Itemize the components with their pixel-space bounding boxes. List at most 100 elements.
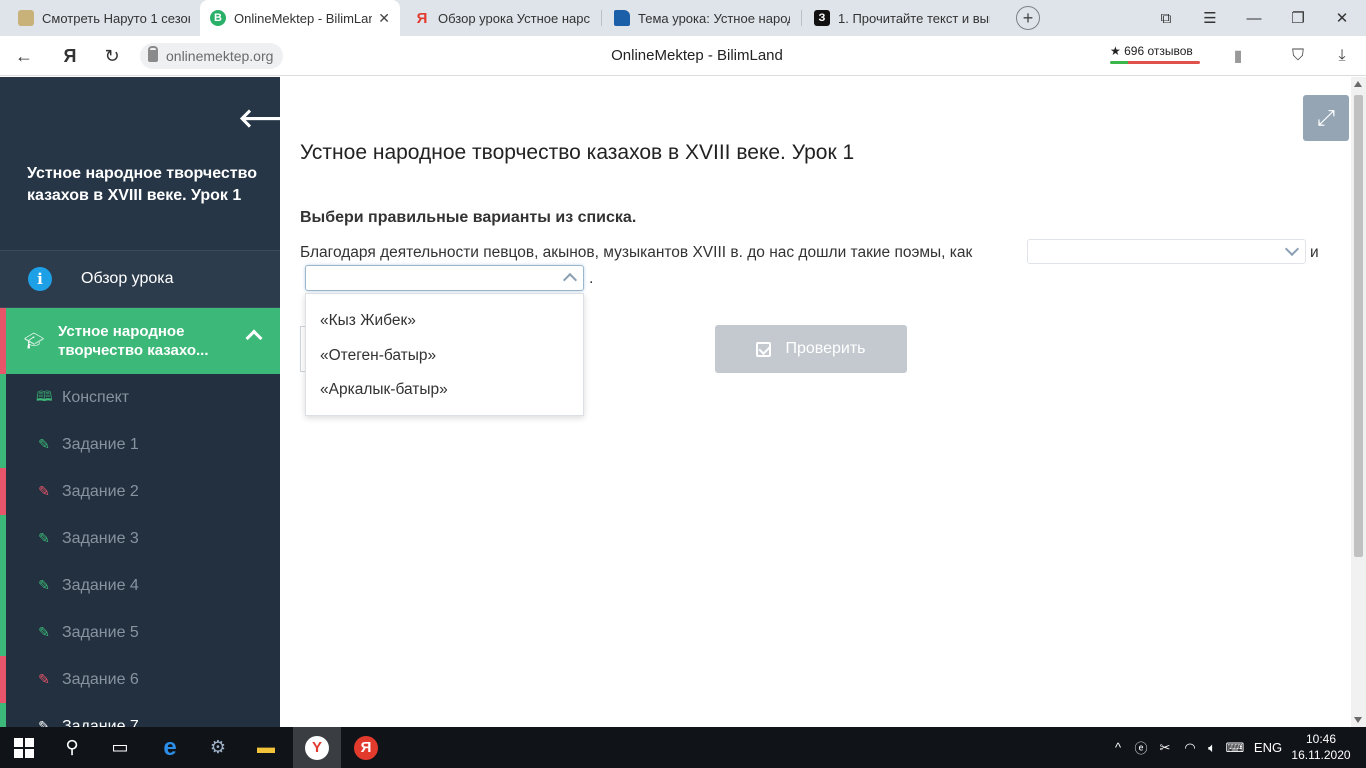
sidebar-item-label: Задание 4	[62, 576, 139, 594]
edit-icon: ✎	[38, 577, 50, 593]
yandex-browser-icon: Y	[305, 735, 329, 760]
bookmark-icon[interactable]: ▮	[1226, 44, 1250, 68]
keyboard-icon[interactable]: ⌨	[1224, 727, 1246, 768]
tab-label: Обзор урока Устное нарс	[438, 10, 590, 26]
tab-label: OnlineMektep - BilimLand	[234, 10, 373, 26]
checkbox-icon	[756, 341, 772, 357]
task-instruction: Выбери правильные варианты из списка.	[300, 209, 637, 226]
graduation-cap-icon: 🎓︎	[24, 333, 45, 350]
download-icon[interactable]: ⤓	[1330, 44, 1354, 68]
tab-read-text[interactable]: З 1. Прочитайте текст и вып	[804, 0, 1000, 36]
edge-icon[interactable]: e	[146, 727, 194, 768]
sidebar-item-label: Задание 2	[62, 482, 139, 500]
edit-icon: ✎	[38, 483, 50, 499]
back-arrow-icon[interactable]: 🡐	[238, 103, 280, 134]
steam-icon[interactable]: ⚙	[194, 727, 242, 768]
scrollbar-thumb[interactable]	[1354, 95, 1363, 557]
check-button-label: Проверить	[785, 340, 866, 357]
status-strip	[0, 703, 6, 727]
yandex-letter-icon: Я	[354, 735, 378, 760]
sidebar-item-label: Задание 3	[62, 529, 139, 547]
status-strip	[0, 515, 6, 562]
status-strip	[0, 609, 6, 656]
url-field[interactable]: onlinemektep.org	[140, 43, 284, 69]
tray-expand-icon[interactable]: ^	[1108, 727, 1128, 768]
answer-select-2[interactable]	[305, 265, 584, 291]
new-tab-button[interactable]: +	[1016, 6, 1040, 30]
reviews-text: ★ 696 отзывов	[1110, 44, 1193, 58]
edit-icon: ✎	[38, 436, 50, 452]
dropdown-option[interactable]: «Аркалык-батыр»	[306, 373, 583, 408]
sidebar-item-label: Задание 1	[62, 435, 139, 453]
answer-select-1[interactable]	[1027, 239, 1306, 264]
clock-time: 10:46	[1305, 732, 1337, 746]
book-favicon-icon	[614, 10, 630, 26]
minimize-button[interactable]: —	[1232, 0, 1276, 36]
task-view-icon[interactable]: ▭	[96, 727, 144, 768]
reviews-badge[interactable]: ★ 696 отзывов	[1110, 44, 1200, 64]
sidebar-item-task-7[interactable]: ✎ Задание 7	[0, 703, 280, 727]
sidebar-item-task-5[interactable]: ✎ Задание 5	[0, 609, 280, 656]
language-indicator[interactable]: ENG	[1250, 727, 1286, 768]
volume-icon[interactable]: 🔈︎	[1202, 727, 1222, 768]
sidebar-item-lesson[interactable]: 🎓︎ Устное народное творчество казахо...	[0, 308, 280, 374]
sidebar-item-task-1[interactable]: ✎ Задание 1	[0, 421, 280, 468]
sidebar-item-task-2[interactable]: ✎ Задание 2	[0, 468, 280, 515]
fullscreen-button[interactable]: ⤢	[1303, 95, 1349, 141]
menu-icon[interactable]: ☰	[1188, 0, 1232, 36]
status-strip	[0, 468, 6, 515]
dropdown-option[interactable]: «Кыз Жибек»	[306, 304, 583, 339]
course-title: Устное народное творчество казахов в XVI…	[27, 165, 258, 204]
sidebar-item-task-3[interactable]: ✎ Задание 3	[0, 515, 280, 562]
sidebar-item-overview[interactable]: i Обзор урока	[0, 250, 280, 308]
windows-logo-icon	[14, 737, 34, 758]
page-scrollbar[interactable]	[1351, 77, 1366, 727]
protect-icon[interactable]: ⛉	[1286, 44, 1310, 68]
restore-button[interactable]: ❐	[1276, 0, 1320, 36]
tab-lesson-topic[interactable]: Тема урока: Устное народ	[604, 0, 800, 36]
sidebar-item-konspekt[interactable]: 🕮 Конспект	[0, 374, 280, 421]
dropdown-option[interactable]: «Отеген-батыр»	[306, 339, 583, 374]
yandex-icon[interactable]: Я	[342, 727, 390, 768]
clock[interactable]: 10:46 16.11.2020	[1290, 731, 1352, 763]
close-tab-icon[interactable]: ✕	[378, 10, 390, 27]
check-button[interactable]: Проверить	[715, 325, 907, 373]
input-tray-icon[interactable]: ✂	[1154, 727, 1176, 768]
close-window-button[interactable]: ✕	[1320, 0, 1364, 36]
info-icon: i	[28, 267, 52, 291]
scroll-up-icon[interactable]	[1354, 81, 1362, 87]
start-button[interactable]	[0, 727, 48, 768]
scroll-down-icon[interactable]	[1354, 717, 1362, 723]
yandex-tray-icon[interactable]: ⓔ	[1130, 727, 1152, 768]
search-icon[interactable]: ⚲	[48, 727, 96, 768]
chevron-up-icon[interactable]	[245, 329, 263, 347]
back-button[interactable]: ←	[12, 44, 36, 68]
reload-icon[interactable]: ↻	[100, 44, 124, 68]
sidebar-item-label: Обзор урока	[81, 270, 174, 287]
wifi-icon[interactable]: ◠	[1178, 727, 1202, 768]
chevron-up-icon	[562, 272, 578, 288]
file-explorer-icon[interactable]: ▬	[242, 727, 290, 768]
sidebar-item-label: Конспект	[62, 388, 130, 406]
sidebar-item-label: Задание 5	[62, 623, 139, 641]
edit-icon: ✎	[38, 671, 50, 687]
tab-label: 1. Прочитайте текст и вып	[838, 10, 990, 26]
sentence-conjunction: и	[1310, 244, 1319, 261]
lesson-heading: Устное народное творчество казахов в XVI…	[300, 141, 855, 164]
yandex-logo-icon[interactable]: Я	[58, 44, 82, 68]
task-sentence: Благодаря деятельности певцов, акынов, м…	[300, 244, 973, 261]
tab-onlinemektep[interactable]: B OnlineMektep - BilimLand ✕	[200, 0, 400, 36]
collections-icon[interactable]: ⧉	[1144, 0, 1188, 36]
lesson-sidebar: 🡐 Устное народное творчество казахов в X…	[0, 77, 280, 727]
bilimland-favicon-icon: B	[210, 10, 226, 26]
sentence-period: .	[589, 270, 594, 287]
yandex-favicon-icon: Я	[416, 9, 428, 27]
url-text: onlinemektep.org	[166, 48, 274, 64]
tab-naruto[interactable]: Смотреть Наруто 1 сезон	[8, 0, 200, 36]
sidebar-item-task-6[interactable]: ✎ Задание 6	[0, 656, 280, 703]
edit-icon: ✎	[38, 624, 50, 640]
sidebar-item-task-4[interactable]: ✎ Задание 4	[0, 562, 280, 609]
sidebar-item-label: Задание 7	[62, 717, 139, 728]
tab-yandex-overview[interactable]: Я Обзор урока Устное нарс	[404, 0, 600, 36]
yandex-browser-active-icon[interactable]: Y	[293, 727, 341, 768]
